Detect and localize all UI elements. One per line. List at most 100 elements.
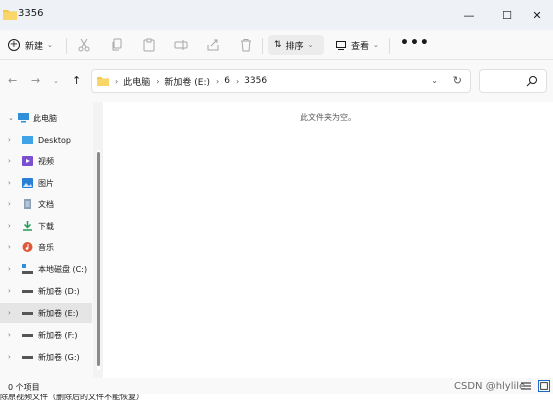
command-bar: + 新建 ⌄ ⇅ 排序 ⌄ 查看 ⌄ ••• xyxy=(0,30,553,60)
breadcrumb-drive-e[interactable]: 新加卷 (E:) xyxy=(164,75,210,88)
close-button[interactable]: ✕ xyxy=(520,0,553,30)
drive-icon xyxy=(22,334,33,337)
sidebar-item-drive-d[interactable]: › 新加卷 (D:) xyxy=(0,281,92,301)
rename-icon[interactable] xyxy=(174,38,188,52)
sidebar-item-desktop[interactable]: › Desktop xyxy=(0,130,92,150)
address-row: ← → ⌄ ↑ › 此电脑 › 新加卷 (E:) › 6 › 3356 ⌄ ↻ xyxy=(0,60,553,102)
sidebar-item-label: 音乐 xyxy=(38,242,54,252)
view-button-label: 查看 xyxy=(351,41,370,52)
share-icon[interactable] xyxy=(206,38,220,52)
file-explorer-window: 3356 — ☐ ✕ + 新建 ⌄ ⇅ 排序 ⌄ 查看 ⌄ ••• ← → ⌄ … xyxy=(0,0,553,403)
chevron-right-icon[interactable]: › xyxy=(8,157,11,165)
music-icon xyxy=(22,242,33,252)
sort-button-label: 排序 xyxy=(285,41,304,52)
cut-icon[interactable] xyxy=(77,38,91,52)
sidebar-item-label: Desktop xyxy=(38,135,71,145)
chevron-right-icon[interactable]: › xyxy=(8,265,11,273)
chevron-down-icon: ⌄ xyxy=(373,41,379,49)
chevron-right-icon[interactable]: › xyxy=(8,136,11,144)
navigation-pane: ⌄ 此电脑 › Desktop › 视频 › 图片 › 文档 › 下载 › 音乐… xyxy=(0,102,93,378)
view-button[interactable]: 查看 ⌄ xyxy=(336,35,379,55)
desktop-icon xyxy=(22,136,33,144)
view-icon xyxy=(336,40,346,50)
more-options-button[interactable]: ••• xyxy=(400,33,430,53)
delete-icon[interactable] xyxy=(239,38,253,52)
sort-button[interactable]: ⇅ 排序 ⌄ xyxy=(268,35,324,55)
address-bar[interactable]: › 此电脑 › 新加卷 (E:) › 6 › 3356 ⌄ ↻ xyxy=(91,69,471,93)
sidebar-item-pictures[interactable]: › 图片 xyxy=(0,173,92,193)
sidebar-item-music[interactable]: › 音乐 xyxy=(0,237,92,257)
sidebar-item-documents[interactable]: › 文档 xyxy=(0,194,92,214)
sidebar-item-downloads[interactable]: › 下载 xyxy=(0,216,92,236)
new-button[interactable]: + 新建 ⌄ xyxy=(8,35,53,55)
sidebar-item-this-pc[interactable]: ⌄ 此电脑 xyxy=(0,108,92,128)
downloads-icon xyxy=(23,221,32,231)
chevron-down-icon[interactable]: ⌄ xyxy=(8,114,14,122)
search-box[interactable] xyxy=(479,69,547,93)
documents-icon xyxy=(24,199,31,209)
sidebar-item-label: 新加卷 (E:) xyxy=(38,308,79,318)
recent-locations-chevron-icon[interactable]: ⌄ xyxy=(53,77,59,85)
drive-icon xyxy=(22,312,33,315)
pictures-icon xyxy=(22,178,33,188)
sidebar-item-drive-c[interactable]: › 本地磁盘 (C:) xyxy=(0,259,92,279)
large-icons-view-icon[interactable] xyxy=(538,380,550,392)
breadcrumb-folder-6[interactable]: 6 xyxy=(224,76,230,86)
forward-arrow-icon[interactable]: → xyxy=(31,74,40,87)
sidebar-item-label: 本地磁盘 (C:) xyxy=(38,264,88,274)
navigation-scrollbar-thumb[interactable] xyxy=(97,152,100,366)
breadcrumb-folder-3356[interactable]: 3356 xyxy=(244,76,267,86)
sidebar-item-drive-f[interactable]: › 新加卷 (F:) xyxy=(0,325,92,345)
divider xyxy=(389,38,390,54)
folder-icon xyxy=(97,77,109,86)
title-bar[interactable]: 3356 — ☐ ✕ xyxy=(0,0,553,30)
chevron-right-icon[interactable]: › xyxy=(8,353,11,361)
watermark: CSDN @hlylile xyxy=(454,381,526,392)
maximize-button[interactable]: ☐ xyxy=(490,0,524,30)
sidebar-item-label: 文档 xyxy=(38,199,54,209)
paste-icon[interactable] xyxy=(142,38,156,52)
divider xyxy=(262,38,263,54)
window-title: 3356 xyxy=(18,8,44,19)
sidebar-item-label: 视频 xyxy=(38,156,54,166)
sort-icon: ⇅ xyxy=(274,40,282,50)
chevron-right-icon[interactable]: › xyxy=(8,309,11,317)
chevron-right-icon: › xyxy=(216,76,220,86)
chevron-right-icon[interactable]: › xyxy=(8,243,11,251)
computer-icon xyxy=(18,113,29,123)
background-text: 除原视频文件（删除后的文件不能恢复） xyxy=(0,394,144,401)
chevron-right-icon[interactable]: › xyxy=(8,287,11,295)
drive-icon xyxy=(22,356,33,359)
folder-icon xyxy=(3,10,17,20)
address-history-chevron-icon[interactable]: ⌄ xyxy=(431,76,438,85)
chevron-right-icon: › xyxy=(156,76,160,86)
plus-icon: + xyxy=(8,39,20,51)
sidebar-item-videos[interactable]: › 视频 xyxy=(0,151,92,171)
sidebar-item-label: 新加卷 (G:) xyxy=(38,352,80,362)
copy-icon[interactable] xyxy=(110,38,124,52)
search-icon xyxy=(526,76,537,87)
chevron-down-icon: ⌄ xyxy=(307,41,314,49)
sidebar-item-label: 新加卷 (F:) xyxy=(38,330,78,340)
sidebar-item-label: 新加卷 (D:) xyxy=(38,286,80,296)
sidebar-item-label: 图片 xyxy=(38,178,54,188)
chevron-down-icon: ⌄ xyxy=(47,41,53,49)
sidebar-item-drive-e[interactable]: › 新加卷 (E:) xyxy=(0,303,92,323)
chevron-right-icon[interactable]: › xyxy=(8,222,11,230)
drive-icon xyxy=(22,290,33,293)
sidebar-item-drive-g[interactable]: › 新加卷 (G:) xyxy=(0,347,92,367)
chevron-right-icon[interactable]: › xyxy=(8,200,11,208)
chevron-right-icon: › xyxy=(115,76,119,86)
breadcrumb-this-pc[interactable]: 此电脑 xyxy=(123,75,150,88)
chevron-right-icon[interactable]: › xyxy=(8,179,11,187)
refresh-icon[interactable]: ↻ xyxy=(453,74,462,87)
chevron-right-icon: › xyxy=(235,76,240,86)
videos-icon xyxy=(22,156,33,166)
back-arrow-icon[interactable]: ← xyxy=(8,74,17,87)
up-arrow-icon[interactable]: ↑ xyxy=(72,74,81,87)
new-button-label: 新建 xyxy=(25,41,44,52)
file-list-area[interactable]: 此文件夹为空。 xyxy=(103,102,553,378)
empty-folder-message: 此文件夹为空。 xyxy=(300,113,356,122)
minimize-button[interactable]: — xyxy=(452,0,486,30)
chevron-right-icon[interactable]: › xyxy=(8,331,11,339)
